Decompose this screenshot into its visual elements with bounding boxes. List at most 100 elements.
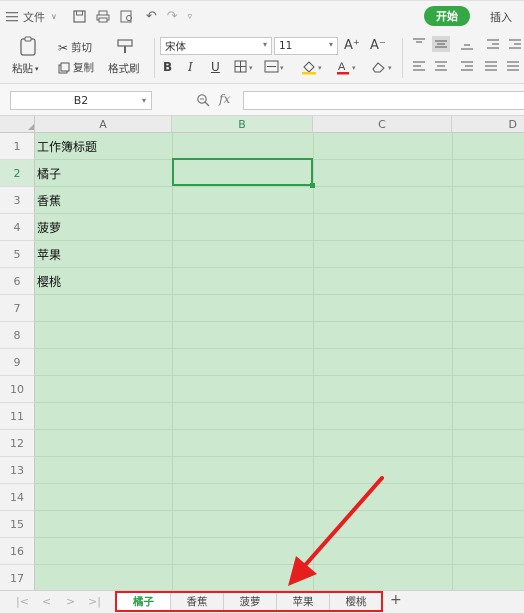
tab-start[interactable]: 开始 [424,6,470,26]
row-header[interactable]: 14 [0,484,35,511]
cell-a4[interactable]: 菠萝 [37,214,61,241]
row-label: 9 [13,355,21,369]
grid-line [35,483,524,484]
column-header-a[interactable]: A [35,116,172,133]
row-header[interactable]: 15 [0,511,35,538]
next-sheet-icon[interactable]: > [66,595,75,608]
zoom-search-icon[interactable] [196,93,210,110]
row-header[interactable]: 11 [0,403,35,430]
grid-line [35,186,524,187]
increase-indent-icon[interactable] [508,38,522,50]
cell-a1[interactable]: 工作簿标题 [37,133,97,160]
redo-icon[interactable]: ↷ [167,9,178,24]
copy-button[interactable]: 复制 [58,60,94,75]
fill-handle[interactable] [310,183,315,188]
copy-icon [58,62,70,73]
font-name-select[interactable]: 宋体 ▾ [160,37,272,55]
tab-insert[interactable]: 插入 [490,9,512,25]
underline-button[interactable]: U [211,60,220,74]
align-left-icon[interactable] [412,60,426,72]
paste-label-wrap[interactable]: 粘贴 ▾ [12,61,39,76]
align-middle-icon[interactable] [432,36,450,52]
column-header-d[interactable]: D [452,116,524,133]
align-center-icon[interactable] [434,60,448,72]
row-header[interactable]: 5 [0,241,35,268]
row-header[interactable]: 6 [0,268,35,295]
select-all-corner[interactable] [0,116,35,133]
column-label: C [378,117,386,131]
merge-cells-icon[interactable]: ▾ [264,60,288,74]
print-icon[interactable] [96,10,110,23]
column-header-b[interactable]: B [172,116,313,133]
row-header[interactable]: 16 [0,538,35,565]
row-header[interactable]: 1 [0,133,35,160]
borders-icon[interactable]: ▾ [234,60,256,74]
row-header[interactable]: 8 [0,322,35,349]
grid-line [35,402,524,403]
justify-icon[interactable] [484,60,498,72]
cell-a2[interactable]: 橘子 [37,160,61,187]
format-painter-button[interactable]: 格式刷 [108,61,140,76]
shrink-font-label: A⁻ [370,38,386,53]
quick-access-dropdown-icon[interactable]: ▿ [188,12,193,22]
align-bottom-icon[interactable] [460,38,474,50]
shrink-font-button[interactable]: A⁻ [370,38,386,53]
column-header-c[interactable]: C [313,116,452,133]
row-label: 4 [13,220,21,234]
align-right-icon[interactable] [460,60,474,72]
grid-line [35,564,524,565]
row-label: 3 [13,193,21,207]
row-header[interactable]: 17 [0,565,35,590]
cut-button[interactable]: ✂ 剪切 [58,40,92,55]
fx-icon[interactable]: fx [219,92,230,106]
column-label: A [99,117,107,131]
font-color-icon[interactable]: A ▾ [336,59,360,75]
font-size-select[interactable]: 11 ▾ [274,37,338,55]
row-header[interactable]: 2 [0,160,35,187]
format-painter-icon[interactable] [116,38,134,54]
cell-reference: B2 [73,94,89,107]
grid-line [172,133,173,590]
fill-color-icon[interactable]: ▾ [301,59,325,75]
grow-font-button[interactable]: A⁺ [344,38,360,53]
row-header[interactable]: 4 [0,214,35,241]
row-header[interactable]: 12 [0,430,35,457]
svg-text:▾: ▾ [388,64,392,72]
last-sheet-icon[interactable]: >| [88,595,101,608]
distributed-align-icon[interactable] [506,60,520,72]
row-header[interactable]: 10 [0,376,35,403]
cell-a6[interactable]: 樱桃 [37,268,61,295]
chevron-down-icon: ▾ [35,64,39,73]
cell-text: 菠萝 [37,221,62,235]
clear-format-icon[interactable]: ▾ [370,59,396,75]
add-sheet-button[interactable]: + [390,592,402,608]
row-header[interactable]: 13 [0,457,35,484]
cell-a3[interactable]: 香蕉 [37,187,61,214]
spreadsheet-grid[interactable]: A B C D 1 2 3 4 5 6 7 8 9 10 11 12 13 14… [0,116,524,590]
active-cell-b2[interactable] [172,158,313,186]
annotation-highlight-box [115,591,383,612]
name-box[interactable]: B2 ▾ [10,91,152,110]
fx-label: fx [219,92,231,106]
first-sheet-icon[interactable]: |< [16,595,29,608]
hamburger-menu-icon[interactable] [6,11,18,22]
row-header[interactable]: 7 [0,295,35,322]
prev-sheet-icon[interactable]: < [42,595,51,608]
cell-a5[interactable]: 苹果 [37,241,61,268]
file-menu-label: 文件 [23,10,45,24]
undo-icon[interactable]: ↶ [146,9,157,24]
chevron-down-icon: ▾ [141,96,146,105]
formula-input[interactable] [243,91,524,110]
print-preview-icon[interactable] [120,10,134,23]
file-menu[interactable]: 文件 ∨ [23,9,57,25]
align-top-icon[interactable] [412,38,426,50]
format-painter-label: 格式刷 [108,63,140,75]
bold-button[interactable]: B [163,60,172,74]
decrease-indent-icon[interactable] [486,38,500,50]
font-name-value: 宋体 [165,40,186,53]
save-icon[interactable] [73,10,86,23]
row-header[interactable]: 3 [0,187,35,214]
paste-button[interactable] [18,36,38,56]
italic-button[interactable]: I [188,60,193,74]
row-header[interactable]: 9 [0,349,35,376]
